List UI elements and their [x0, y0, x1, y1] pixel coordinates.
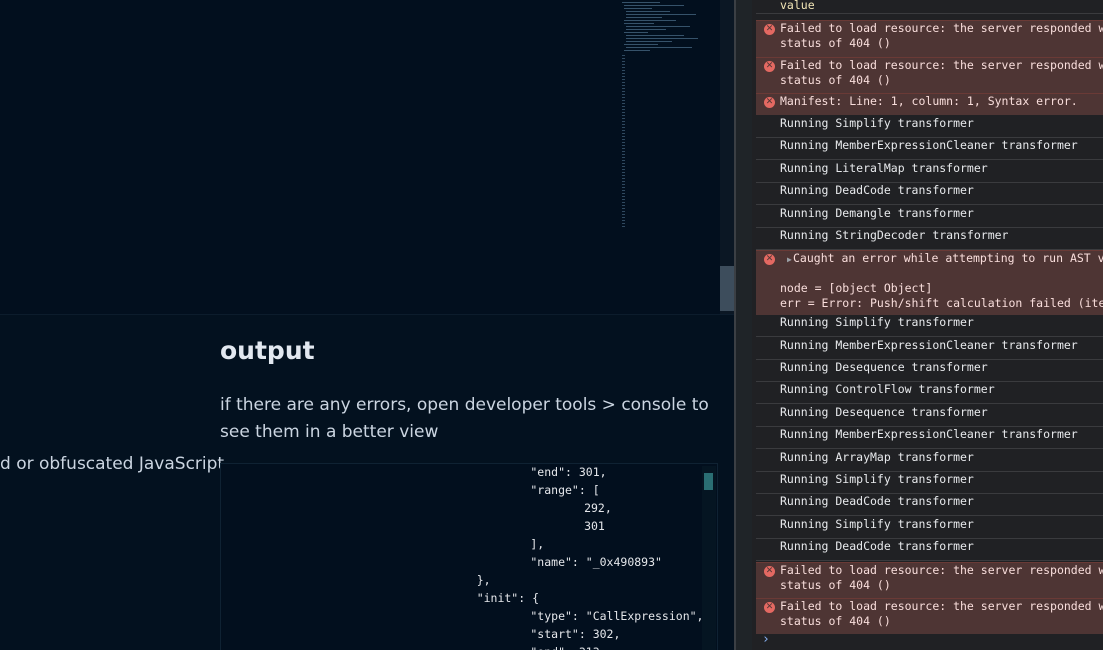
- code-line: "end": 313: [475, 643, 599, 650]
- code-line: "start": 302,: [475, 627, 621, 641]
- code-line: 292,: [501, 501, 612, 515]
- error-icon: ✕: [764, 97, 775, 108]
- console-error-message[interactable]: ✕ Failed to load resource: the server res…: [756, 598, 1103, 634]
- console-message-text: Running DeadCode transformer: [780, 183, 974, 197]
- console-log-message[interactable]: Running LiteralMap transformer: [756, 161, 1103, 183]
- console-message-text: Running LiteralMap transformer: [780, 161, 988, 175]
- code-line: 301: [501, 519, 605, 533]
- console-log-message[interactable]: Running DeadCode transformer: [756, 183, 1103, 205]
- error-icon: ✕: [764, 254, 775, 265]
- app-root: d or obfuscated JavaScript output if the…: [0, 0, 1103, 650]
- error-icon: ✕: [764, 61, 775, 72]
- console-log-message[interactable]: Running DeadCode transformer: [756, 539, 1103, 561]
- devtools-console: value ✕ Failed to load resource: the serve…: [752, 0, 1103, 650]
- console-log-message[interactable]: Running Desequence transformer: [756, 405, 1103, 427]
- console-message-text: Running Demangle transformer: [780, 206, 974, 220]
- console-message-text: Failed to load resource: the server resp…: [780, 563, 1103, 592]
- output-code-view[interactable]: "end": 301, "range": [ 292, 301 ], "name…: [220, 463, 718, 650]
- console-log-message[interactable]: Running MemberExpressionCleaner transfor…: [756, 138, 1103, 160]
- output-heading: output: [220, 336, 315, 365]
- console-log-message[interactable]: Running Simplify transformer: [756, 472, 1103, 494]
- console-message-text: Running DeadCode transformer: [780, 539, 974, 553]
- console-error-message[interactable]: ✕ Failed to load resource: the server res…: [756, 57, 1103, 94]
- error-icon: ✕: [764, 566, 775, 577]
- console-message-text: Running Simplify transformer: [780, 315, 974, 329]
- console-message-text: Running Simplify transformer: [780, 517, 974, 531]
- error-icon: ✕: [764, 24, 775, 35]
- output-scroll-thumb[interactable]: [704, 473, 713, 490]
- console-message-text: Failed to load resource: the server resp…: [780, 599, 1103, 628]
- console-message-text: Caught an error while attempting to run …: [780, 251, 1103, 310]
- deobfuscator-page: d or obfuscated JavaScript output if the…: [0, 0, 734, 650]
- console-log-message[interactable]: Running ArrayMap transformer: [756, 450, 1103, 472]
- console-message-text: Failed to load resource: the server resp…: [780, 21, 1103, 50]
- console-message-text: value: [780, 0, 815, 12]
- expand-triangle-icon[interactable]: ▶: [787, 252, 792, 267]
- console-log-message[interactable]: Running Demangle transformer: [756, 206, 1103, 228]
- console-log-message[interactable]: Running StringDecoder transformer: [756, 228, 1103, 250]
- console-prompt[interactable]: ›: [762, 632, 770, 647]
- code-minimap[interactable]: [618, 0, 718, 230]
- console-log-message[interactable]: Running Simplify transformer: [756, 315, 1103, 337]
- console-log-message[interactable]: Running DeadCode transformer: [756, 494, 1103, 516]
- console-log-message[interactable]: Running MemberExpressionCleaner transfor…: [756, 338, 1103, 360]
- code-line: "name": "_0x490893": [475, 555, 662, 569]
- console-error-message[interactable]: ✕ ▶ Caught an error while attempting to ru…: [756, 250, 1103, 315]
- console-message-text: Running ArrayMap transformer: [780, 450, 974, 464]
- output-scroll-track[interactable]: [702, 466, 716, 650]
- console-message-text: Manifest: Line: 1, column: 1, Syntax err…: [780, 94, 1078, 108]
- output-description: if there are any errors, open developer …: [220, 395, 709, 442]
- console-message-text: Running Desequence transformer: [780, 360, 988, 374]
- console-message-text: Running MemberExpressionCleaner transfor…: [780, 338, 1078, 352]
- console-message-text: Running MemberExpressionCleaner transfor…: [780, 138, 1078, 152]
- error-icon: ✕: [764, 602, 775, 613]
- console-log-message[interactable]: Running Desequence transformer: [756, 360, 1103, 382]
- console-log-message[interactable]: Running ControlFlow transformer: [756, 382, 1103, 404]
- console-message-text: Running DeadCode transformer: [780, 494, 974, 508]
- code-line: "end": 301,: [475, 465, 607, 479]
- editor-scroll-thumb[interactable]: [720, 266, 734, 311]
- devtools-splitter[interactable]: [734, 0, 752, 650]
- console-log-message[interactable]: Running Simplify transformer: [756, 116, 1103, 138]
- console-message-text: Running Simplify transformer: [780, 472, 974, 486]
- intro-text: d or obfuscated JavaScript: [0, 454, 225, 474]
- console-message-text: Running StringDecoder transformer: [780, 228, 1009, 242]
- console-log-message[interactable]: value: [756, 0, 1103, 14]
- console-message-text: Running ControlFlow transformer: [780, 382, 995, 396]
- code-line: },: [449, 573, 491, 587]
- input-editor[interactable]: [0, 0, 734, 315]
- code-line: "init": {: [449, 591, 540, 605]
- console-message-text: Running Desequence transformer: [780, 405, 988, 419]
- console-error-message[interactable]: ✕ Manifest: Line: 1, column: 1, Syntax er…: [756, 93, 1103, 115]
- console-message-text: Failed to load resource: the server resp…: [780, 58, 1103, 87]
- console-log-message[interactable]: Running MemberExpressionCleaner transfor…: [756, 427, 1103, 449]
- console-message-text: Running Simplify transformer: [780, 116, 974, 130]
- console-error-message[interactable]: ✕ Failed to load resource: the server res…: [756, 562, 1103, 598]
- code-line: "type": "CallExpression",: [475, 609, 704, 623]
- console-error-message[interactable]: ✕ Failed to load resource: the server res…: [756, 20, 1103, 57]
- code-line: "range": [: [475, 483, 600, 497]
- code-line: ],: [475, 537, 545, 551]
- console-log-message[interactable]: Running Simplify transformer: [756, 517, 1103, 539]
- console-message-text: Running MemberExpressionCleaner transfor…: [780, 427, 1078, 441]
